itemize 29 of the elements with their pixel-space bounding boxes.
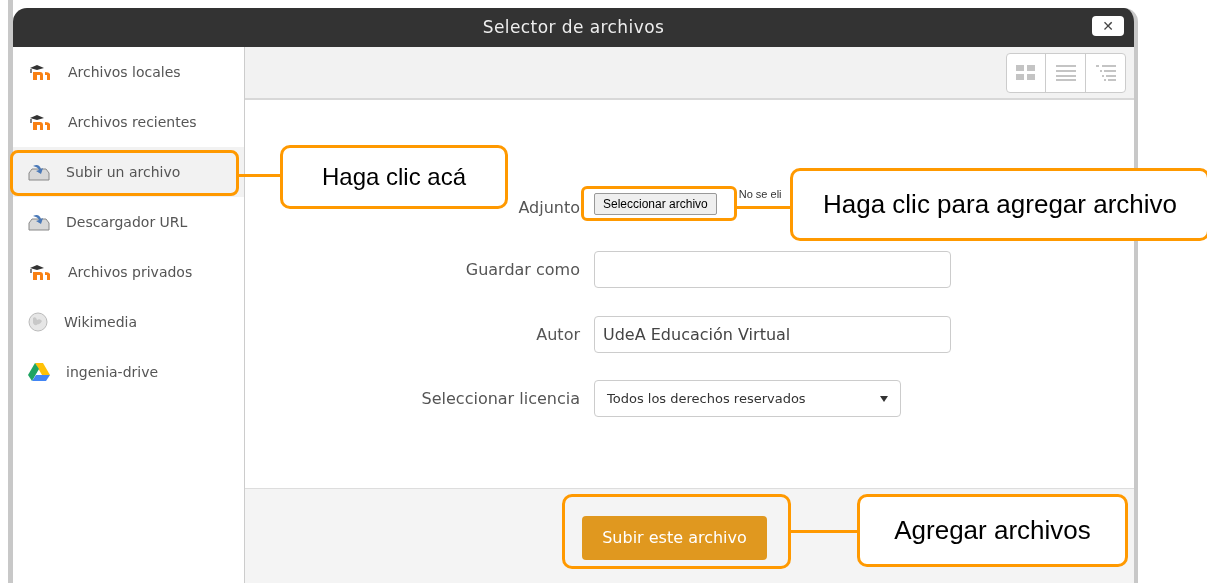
- triangle-icon: [28, 363, 50, 381]
- file-status-text: No se eli: [738, 188, 782, 200]
- leader-line: [239, 174, 281, 177]
- field-label: Adjunto: [517, 197, 580, 219]
- window-title: Selector de archivos: [482, 15, 665, 39]
- choose-file-button[interactable]: Seleccionar archivo: [594, 193, 717, 215]
- leader-line: [737, 206, 791, 209]
- callout: Agregar archivos: [857, 494, 1128, 567]
- globe-icon: [28, 312, 48, 332]
- callout: Haga clic para agregar archivo: [790, 168, 1207, 241]
- list-icon: [1055, 64, 1076, 81]
- license-dropdown[interactable]: Todos los derechos reservados: [594, 380, 901, 417]
- author-field[interactable]: UdeA Educación Virtual: [594, 316, 951, 353]
- graduation-cap-icon: [28, 264, 52, 280]
- grid-icon: [1016, 64, 1036, 81]
- upload-tray-icon: [28, 213, 50, 231]
- field-label: Autor: [535, 323, 580, 346]
- graduation-cap-icon: [28, 64, 52, 80]
- dropdown-value: Todos los derechos reservados: [607, 389, 806, 408]
- leader-line: [791, 530, 858, 533]
- tree-list-icon: [1095, 64, 1116, 81]
- field-label: Guardar como: [464, 258, 580, 281]
- caret-icon: [880, 395, 888, 402]
- upload-tray-icon: [28, 163, 50, 181]
- graduation-cap-icon: [28, 114, 52, 130]
- field-label: Seleccionar licencia: [420, 387, 580, 410]
- save-as-field[interactable]: [594, 251, 951, 288]
- callout: Haga clic acá: [280, 145, 508, 209]
- close-button[interactable]: ✕: [1092, 16, 1124, 36]
